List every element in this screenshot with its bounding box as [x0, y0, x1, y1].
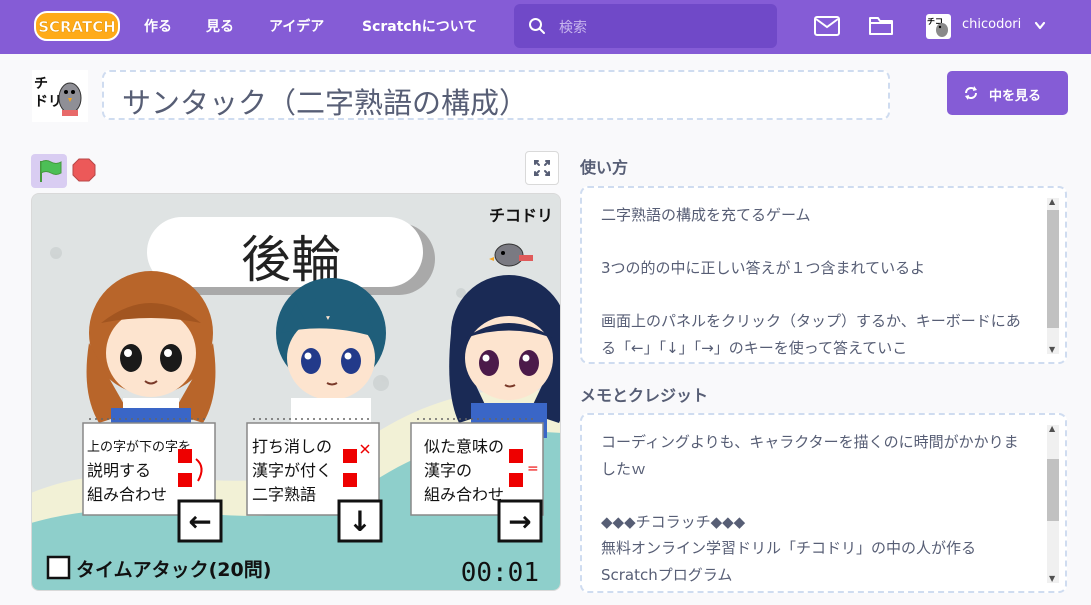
- panel-right-line-3: 組み合わせ: [424, 485, 504, 504]
- notes-box[interactable]: コーディングよりも、キャラクターを描くのに時間がかかりましたｗ ◆◆◆チコラッチ…: [580, 413, 1067, 593]
- panel-left-line-1: 上の字が下の字を: [87, 440, 191, 455]
- green-flag-icon: [40, 160, 62, 182]
- fullscreen-button[interactable]: [525, 151, 559, 185]
- instructions-text: 二字熟語の構成を充てるゲーム 3つの的の中に正しい答えが１つ含まれているよ 画面…: [601, 206, 1021, 357]
- username[interactable]: chicodori: [962, 17, 1021, 32]
- panel-right-key: →: [508, 505, 531, 538]
- panel-left-line-2: 説明する: [87, 461, 151, 480]
- character-left: [86, 271, 216, 438]
- panel-right-line-1: 似た意味の: [424, 437, 504, 456]
- search-placeholder: 検索: [559, 20, 587, 36]
- folder-icon[interactable]: [868, 14, 894, 36]
- green-flag-button[interactable]: [31, 154, 67, 188]
- project-author-avatar[interactable]: チ ドリ: [32, 70, 88, 122]
- panel-middle-line-1: 打ち消しの: [252, 437, 332, 456]
- see-inside-button[interactable]: 中を見る: [947, 71, 1068, 115]
- panel-left-line-3: 組み合わせ: [87, 485, 167, 504]
- stage-logo-text: チコドリ: [489, 206, 553, 225]
- project-title: サンタック（二字熟語の構成）: [122, 86, 529, 120]
- search-icon: [529, 18, 545, 34]
- scratch-logo[interactable]: SCRATCH: [34, 9, 120, 43]
- project-stage[interactable]: 後輪 チコドリ 上の字が下の字を 説明する 組み合わせ ← 打ち消しの 漢字が付…: [31, 193, 561, 591]
- nav-create[interactable]: 作る: [144, 16, 172, 36]
- nav-ideas[interactable]: アイデア: [269, 16, 324, 36]
- svg-text:ドリ: ドリ: [34, 94, 62, 110]
- chevron-down-icon[interactable]: [1034, 21, 1046, 31]
- panel-middle-line-3: 二字熟語: [252, 485, 316, 504]
- svg-text:=: =: [527, 461, 539, 477]
- svg-text:チ: チ: [34, 76, 48, 92]
- notes-text: コーディングよりも、キャラクターを描くのに時間がかかりましたｗ ◆◆◆チコラッチ…: [601, 433, 1019, 584]
- panel-left-key: ←: [188, 505, 211, 538]
- instructions-box[interactable]: 二字熟語の構成を充てるゲーム 3つの的の中に正しい答えが１つ含まれているよ 画面…: [580, 186, 1067, 364]
- panel-middle-line-2: 漢字が付く: [252, 461, 332, 480]
- project-title-field[interactable]: サンタック（二字熟語の構成）: [102, 70, 890, 120]
- character-middle: [276, 278, 386, 438]
- time-attack-label: タイムアタック(20問): [76, 559, 271, 581]
- notes-heading: メモとクレジット: [580, 386, 709, 405]
- stop-icon[interactable]: [72, 158, 96, 182]
- remix-icon: [965, 86, 977, 100]
- top-nav-bar: SCRATCH 作る 見る アイデア Scratchについて 検索 チコ chi…: [0, 0, 1091, 54]
- instructions-scrollbar[interactable]: ▲ ▼: [1047, 198, 1059, 354]
- nav-explore[interactable]: 見る: [206, 16, 234, 36]
- notes-scrollbar[interactable]: ▲ ▼: [1047, 425, 1059, 583]
- logo-text: SCRATCH: [38, 18, 116, 36]
- instructions-heading: 使い方: [580, 158, 629, 177]
- search-input[interactable]: 検索: [514, 4, 777, 48]
- timer: 00:01: [461, 558, 539, 588]
- mail-icon[interactable]: [814, 16, 840, 36]
- time-attack-checkbox[interactable]: [46, 555, 71, 580]
- user-avatar[interactable]: チコ: [926, 14, 951, 39]
- fullscreen-icon: [534, 160, 550, 176]
- character-right: [449, 275, 560, 438]
- see-inside-label: 中を見る: [989, 89, 1042, 104]
- nav-about[interactable]: Scratchについて: [362, 16, 477, 36]
- panel-middle-key: ↓: [348, 505, 371, 538]
- panel-right-line-2: 漢字の: [424, 461, 472, 480]
